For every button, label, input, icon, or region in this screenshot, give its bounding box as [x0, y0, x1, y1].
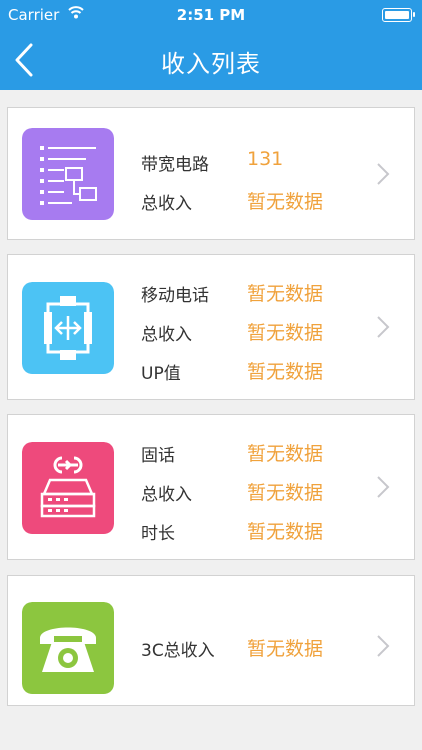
mobile-transfer-icon — [22, 282, 114, 374]
row-value: 暂无数据 — [247, 191, 324, 213]
row-value: 131 — [247, 148, 284, 170]
navigation-bar: 收入列表 — [0, 30, 422, 90]
row-label: 时长 — [141, 524, 175, 544]
chevron-right-icon — [377, 163, 390, 185]
chevron-right-icon — [377, 476, 390, 498]
status-bar: Carrier 2:51 PM — [0, 0, 422, 30]
row-mobile: 移动电话 暂无数据 — [141, 277, 381, 307]
card-3c[interactable]: 3C总收入 暂无数据 — [7, 575, 415, 706]
row-total-income: 总收入 暂无数据 — [141, 476, 381, 506]
row-value: 暂无数据 — [247, 443, 324, 465]
row-duration: 时长 暂无数据 — [141, 515, 381, 545]
row-label: UP值 — [141, 364, 181, 384]
row-broadband: 带宽电路 131 — [141, 146, 381, 176]
row-landline: 固话 暂无数据 — [141, 437, 381, 467]
row-label: 总收入 — [141, 325, 192, 345]
card-landline[interactable]: 固话 暂无数据 总收入 暂无数据 时长 暂无数据 — [7, 414, 415, 560]
telephone-icon — [22, 602, 114, 694]
chevron-right-icon — [377, 316, 390, 338]
row-value: 暂无数据 — [247, 638, 324, 660]
chevron-right-icon — [377, 635, 390, 657]
battery-icon — [382, 8, 415, 22]
row-value: 暂无数据 — [247, 482, 324, 504]
clock: 2:51 PM — [176, 6, 246, 24]
row-value: 暂无数据 — [247, 322, 324, 344]
row-label: 带宽电路 — [141, 155, 209, 175]
row-value: 暂无数据 — [247, 283, 324, 305]
page-title: 收入列表 — [161, 50, 261, 78]
row-label: 总收入 — [141, 485, 192, 505]
row-label: 3C总收入 — [141, 641, 215, 661]
row-label: 固话 — [141, 446, 175, 466]
row-label: 总收入 — [141, 194, 192, 214]
row-3c-total-income: 3C总收入 暂无数据 — [141, 632, 381, 662]
row-value: 暂无数据 — [247, 521, 324, 543]
row-up-value: UP值 暂无数据 — [141, 355, 381, 385]
row-label: 移动电话 — [141, 286, 209, 306]
row-total-income: 总收入 暂无数据 — [141, 185, 381, 215]
row-total-income: 总收入 暂无数据 — [141, 316, 381, 346]
row-value: 暂无数据 — [247, 361, 324, 383]
exchange-server-icon — [22, 442, 114, 534]
card-mobile-phone[interactable]: 移动电话 暂无数据 总收入 暂无数据 UP值 暂无数据 — [7, 254, 415, 400]
network-diagram-icon — [22, 128, 114, 220]
card-broadband-circuit[interactable]: 带宽电路 131 总收入 暂无数据 — [7, 107, 415, 240]
income-list: 带宽电路 131 总收入 暂无数据 移动电话 暂无数据 总收入 暂无数据 UP值… — [0, 90, 422, 750]
